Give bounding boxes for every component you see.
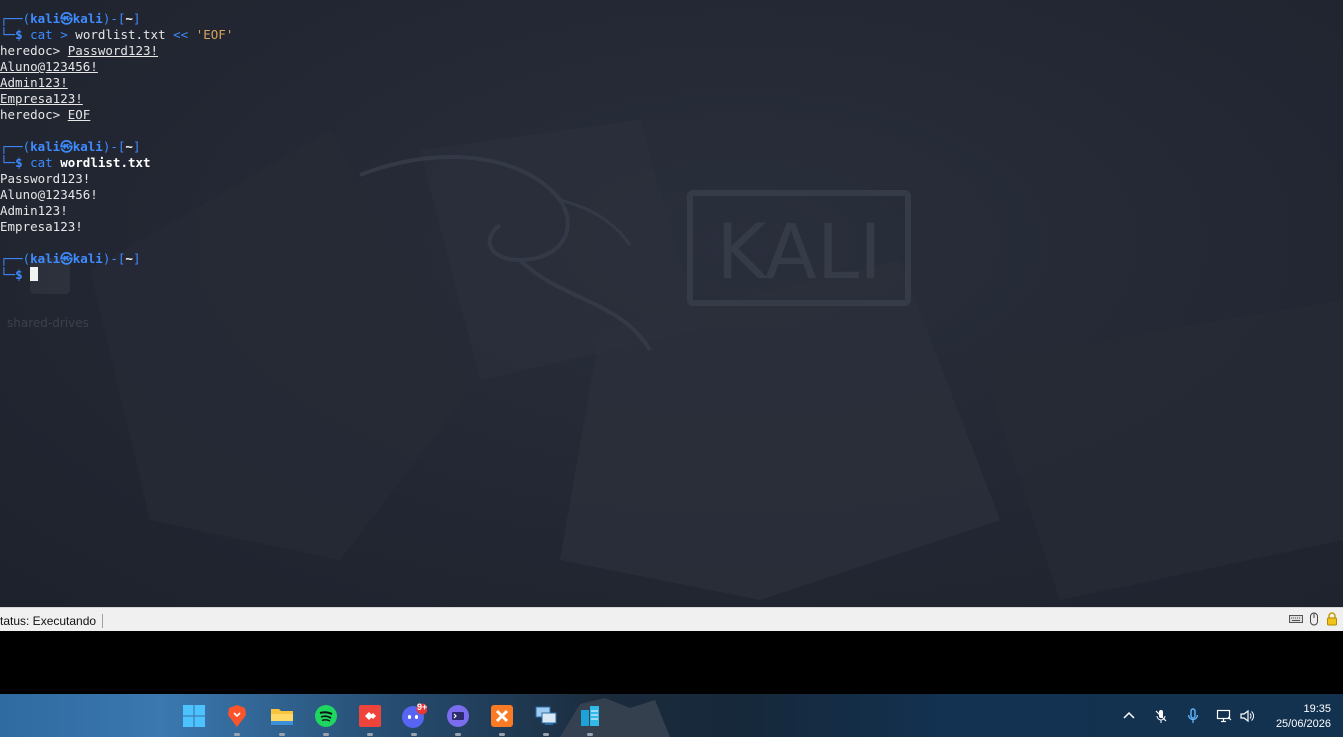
taskbar: 9+ 19:35 25/06/2026 bbox=[0, 694, 1343, 737]
discord-icon[interactable]: 9+ bbox=[401, 702, 428, 736]
prompt-line: ┌──(kali㉿kali)-[~] bbox=[0, 11, 141, 26]
mouse-icon[interactable] bbox=[1307, 612, 1321, 626]
microphone-icon[interactable] bbox=[1185, 708, 1201, 724]
system-tray: 19:35 25/06/2026 bbox=[1103, 694, 1343, 737]
file-explorer-icon[interactable] bbox=[269, 703, 295, 736]
command-line: └─$ cat wordlist.txt bbox=[0, 155, 151, 170]
keyboard-icon[interactable] bbox=[1289, 612, 1303, 626]
remote-desktop-icon[interactable] bbox=[533, 703, 559, 736]
prompt-line: ┌──(kali㉿kali)-[~] bbox=[0, 251, 141, 266]
spotify-icon[interactable] bbox=[313, 703, 339, 736]
status-text: tatus: Executando bbox=[0, 614, 104, 628]
desktop: KALI shared-drives ┌──(kali㉿kali)-[~] └─… bbox=[0, 0, 1343, 607]
heredoc-line: Admin123! bbox=[0, 75, 68, 90]
lock-icon[interactable] bbox=[1325, 612, 1339, 626]
heredoc-line: heredoc> Password123! bbox=[0, 43, 159, 58]
terminal-output[interactable]: ┌──(kali㉿kali)-[~] └─$ cat > wordlist.tx… bbox=[0, 11, 1343, 283]
command-line: └─$ cat > wordlist.txt << 'EOF' bbox=[0, 27, 234, 42]
clock-time: 19:35 bbox=[1303, 703, 1331, 715]
empty-region bbox=[0, 631, 1343, 694]
output-line: Password123! bbox=[0, 171, 91, 186]
heredoc-line: Aluno@123456! bbox=[0, 59, 98, 74]
vm-status-bar: tatus: Executando bbox=[0, 607, 1343, 632]
network-icon[interactable] bbox=[1216, 708, 1232, 724]
database-icon[interactable] bbox=[577, 703, 603, 736]
terminal-cursor bbox=[30, 267, 39, 281]
microphone-muted-icon[interactable] bbox=[1153, 708, 1169, 724]
windows-start-icon[interactable] bbox=[181, 703, 207, 729]
output-line: Empresa123! bbox=[0, 219, 83, 234]
chevron-up-icon[interactable] bbox=[1121, 708, 1137, 724]
brave-icon[interactable] bbox=[224, 703, 250, 736]
clock[interactable]: 19:35 25/06/2026 bbox=[1276, 702, 1331, 732]
active-command-line[interactable]: └─$ bbox=[0, 267, 1343, 283]
prompt-line: ┌──(kali㉿kali)-[~] bbox=[0, 139, 141, 154]
volume-icon[interactable] bbox=[1239, 708, 1255, 724]
terminal-icon[interactable] bbox=[445, 703, 471, 736]
output-line: Admin123! bbox=[0, 203, 68, 218]
heredoc-line: heredoc> EOF bbox=[0, 107, 91, 122]
xampp-icon[interactable] bbox=[489, 703, 515, 736]
shared-drives-label: shared-drives bbox=[7, 316, 89, 330]
anydesk-icon[interactable] bbox=[357, 703, 383, 736]
heredoc-line: Empresa123! bbox=[0, 91, 83, 106]
discord-badge: 9+ bbox=[417, 702, 428, 712]
output-line: Aluno@123456! bbox=[0, 187, 98, 202]
clock-date: 25/06/2026 bbox=[1275, 718, 1331, 730]
